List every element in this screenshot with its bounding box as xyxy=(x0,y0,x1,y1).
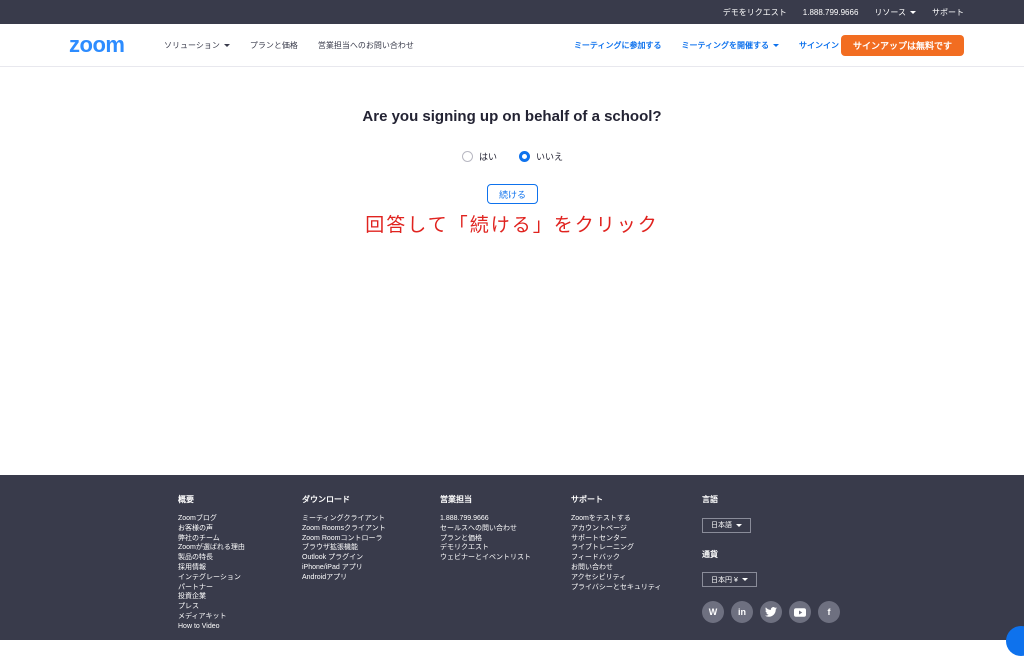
footer-download-link[interactable]: iPhone/iPad アプリ xyxy=(302,563,386,573)
phone-link[interactable]: 1.888.799.9666 xyxy=(803,8,859,17)
footer-currency-title: 通貨 xyxy=(702,549,718,559)
school-question: Are you signing up on behalf of a school… xyxy=(362,108,662,125)
footer-download-link[interactable]: Outlook プラグイン xyxy=(302,553,386,563)
chevron-down-icon xyxy=(773,44,779,47)
footer-about-link[interactable]: プレス xyxy=(178,602,245,612)
footer-support-link[interactable]: アクセシビリティ xyxy=(571,573,661,583)
footer-about-title: 概要 xyxy=(178,495,194,504)
footer-about-link[interactable]: お客様の声 xyxy=(178,524,245,534)
footer-support-link[interactable]: アカウントページ xyxy=(571,524,661,534)
footer-download-link[interactable]: Zoom Roomコントローラ xyxy=(302,534,386,544)
footer-download-link[interactable]: Zoom Roomsクライアント xyxy=(302,524,386,534)
chevron-down-icon xyxy=(741,578,748,581)
footer-sales-link[interactable]: ウェビナーとイベントリスト xyxy=(440,553,531,563)
footer-about-link[interactable]: パートナー xyxy=(178,583,245,593)
footer-about-link[interactable]: How to Video xyxy=(178,622,245,632)
footer-about-link[interactable]: 弊社のチーム xyxy=(178,534,245,544)
twitter-icon[interactable] xyxy=(760,601,782,623)
footer-col-sales: 営業担当 1.888.799.9666 セールスへの問い合わせ プランと価格 デモリク… xyxy=(440,494,531,563)
footer-sales-link[interactable]: デモリクエスト xyxy=(440,543,531,553)
chevron-down-icon xyxy=(736,523,742,527)
chevron-down-icon xyxy=(223,44,230,47)
radio-no-label: いいえ xyxy=(536,151,564,162)
footer-about-link[interactable]: 投資企業 xyxy=(178,592,245,602)
youtube-icon[interactable] xyxy=(789,601,811,623)
footer-sales-title: 営業担当 xyxy=(440,495,472,504)
support-link[interactable]: サポート xyxy=(932,7,964,18)
footer-download-link[interactable]: ミーティングクライアント xyxy=(302,514,386,524)
footer-support-link[interactable]: お問い合わせ xyxy=(571,563,661,573)
footer-support-link[interactable]: プライバシーとセキュリティ xyxy=(571,583,661,593)
top-utility-bar: デモをリクエスト 1.888.799.9666 リソース サポート xyxy=(0,0,1024,24)
footer-about-list: Zoomブログ お客様の声 弊社のチーム Zoomが選ばれる理由 製品の特長 採用情報 イン… xyxy=(178,514,245,632)
footer-download-list: ミーティングクライアント Zoom Roomsクライアント Zoom Roomコント… xyxy=(302,514,386,583)
join-meeting-link[interactable]: ミーティングに参加する xyxy=(574,40,662,51)
wordpress-icon[interactable]: W xyxy=(702,601,724,623)
footer-about-link[interactable]: メディアキット xyxy=(178,612,245,622)
radio-option-no[interactable]: いいえ xyxy=(519,150,563,163)
nav-left-links: ソリューション プランと価格 営業担当へのお問い合わせ xyxy=(164,24,414,67)
footer-support-list: Zoomをテストする アカウントページ サポートセンター ライブトレーニング フィードバ… xyxy=(571,514,661,592)
language-value: 日本語 xyxy=(711,522,732,529)
currency-value: 日本円 ¥ xyxy=(711,576,738,584)
host-meeting-label: ミーティングを開催する xyxy=(681,41,769,50)
chat-help-icon[interactable] xyxy=(1006,626,1024,656)
footer-support-link[interactable]: Zoomをテストする xyxy=(571,514,661,524)
resources-menu[interactable]: リソース xyxy=(874,7,916,18)
signup-button[interactable]: サインアップは無料です xyxy=(841,35,964,56)
footer-col-about: 概要 Zoomブログ お客様の声 弊社のチーム Zoomが選ばれる理由 製品の特長 採用情… xyxy=(178,494,245,632)
footer-sales-list: 1.888.799.9666 セールスへの問い合わせ プランと価格 デモリクエスト ウェ… xyxy=(440,514,531,563)
footer-about-link[interactable]: 採用情報 xyxy=(178,563,245,573)
linkedin-icon[interactable]: in xyxy=(731,601,753,623)
facebook-icon[interactable]: f xyxy=(818,601,840,623)
footer-download-link[interactable]: ブラウザ拡張機能 xyxy=(302,543,386,553)
nav-right-links: ミーティングに参加する ミーティングを開催する サインイン xyxy=(574,24,839,67)
plans-link[interactable]: プランと価格 xyxy=(250,40,298,51)
language-select[interactable]: 日本語 xyxy=(702,517,751,533)
footer-about-link[interactable]: 製品の特長 xyxy=(178,553,245,563)
request-demo-link[interactable]: デモをリクエスト xyxy=(723,7,787,18)
solutions-menu[interactable]: ソリューション xyxy=(164,40,230,51)
currency-select[interactable]: 日本円 ¥ xyxy=(702,572,757,587)
contact-sales-link[interactable]: 営業担当へのお問い合わせ xyxy=(318,40,414,51)
radio-yes-circle[interactable] xyxy=(462,150,473,162)
footer-support-link[interactable]: サポートセンター xyxy=(571,534,661,544)
footer-sales-link[interactable]: セールスへの問い合わせ xyxy=(440,524,531,534)
footer-sales-link[interactable]: プランと価格 xyxy=(440,534,531,544)
footer-col-support: サポート Zoomをテストする アカウントページ サポートセンター ライブトレーニング… xyxy=(571,494,661,592)
radio-option-yes[interactable]: はい xyxy=(462,150,497,163)
footer-about-link[interactable]: Zoomブログ xyxy=(178,514,245,524)
footer-support-link[interactable]: ライブトレーニング xyxy=(571,543,661,553)
social-links: W in f xyxy=(702,601,840,623)
instruction-annotation: 回答して「続ける」をクリック xyxy=(365,214,659,236)
zoom-logo[interactable]: zoom xyxy=(69,34,125,56)
footer-download-title: ダウンロード xyxy=(302,495,350,504)
footer-about-link[interactable]: インテグレーション xyxy=(178,573,245,583)
footer-language-title: 言語 xyxy=(702,495,718,504)
footer-col-download: ダウンロード ミーティングクライアント Zoom Roomsクライアント Zoom … xyxy=(302,494,386,583)
top-utility-links: デモをリクエスト 1.888.799.9666 リソース サポート xyxy=(723,0,964,24)
solutions-label: ソリューション xyxy=(164,41,220,50)
radio-no-circle[interactable] xyxy=(519,150,531,162)
school-radio-group: はい いいえ xyxy=(462,148,563,164)
resources-label: リソース xyxy=(874,7,906,17)
host-meeting-menu[interactable]: ミーティングを開催する xyxy=(681,40,779,51)
continue-button[interactable]: 続ける xyxy=(487,184,538,204)
footer-sales-link[interactable]: 1.888.799.9666 xyxy=(440,514,531,524)
footer-about-link[interactable]: Zoomが選ばれる理由 xyxy=(178,543,245,553)
radio-yes-label: はい xyxy=(479,151,498,162)
footer-download-link[interactable]: Androidアプリ xyxy=(302,573,386,583)
footer-support-title: サポート xyxy=(571,495,603,504)
chevron-down-icon xyxy=(910,10,916,14)
site-footer: 概要 Zoomブログ お客様の声 弊社のチーム Zoomが選ばれる理由 製品の特長 採用情… xyxy=(0,475,1024,640)
footer-support-link[interactable]: フィードバック xyxy=(571,553,661,563)
signin-link[interactable]: サインイン xyxy=(799,40,839,51)
footer-col-settings: 言語 日本語 通貨 日本円 ¥ xyxy=(702,494,757,603)
